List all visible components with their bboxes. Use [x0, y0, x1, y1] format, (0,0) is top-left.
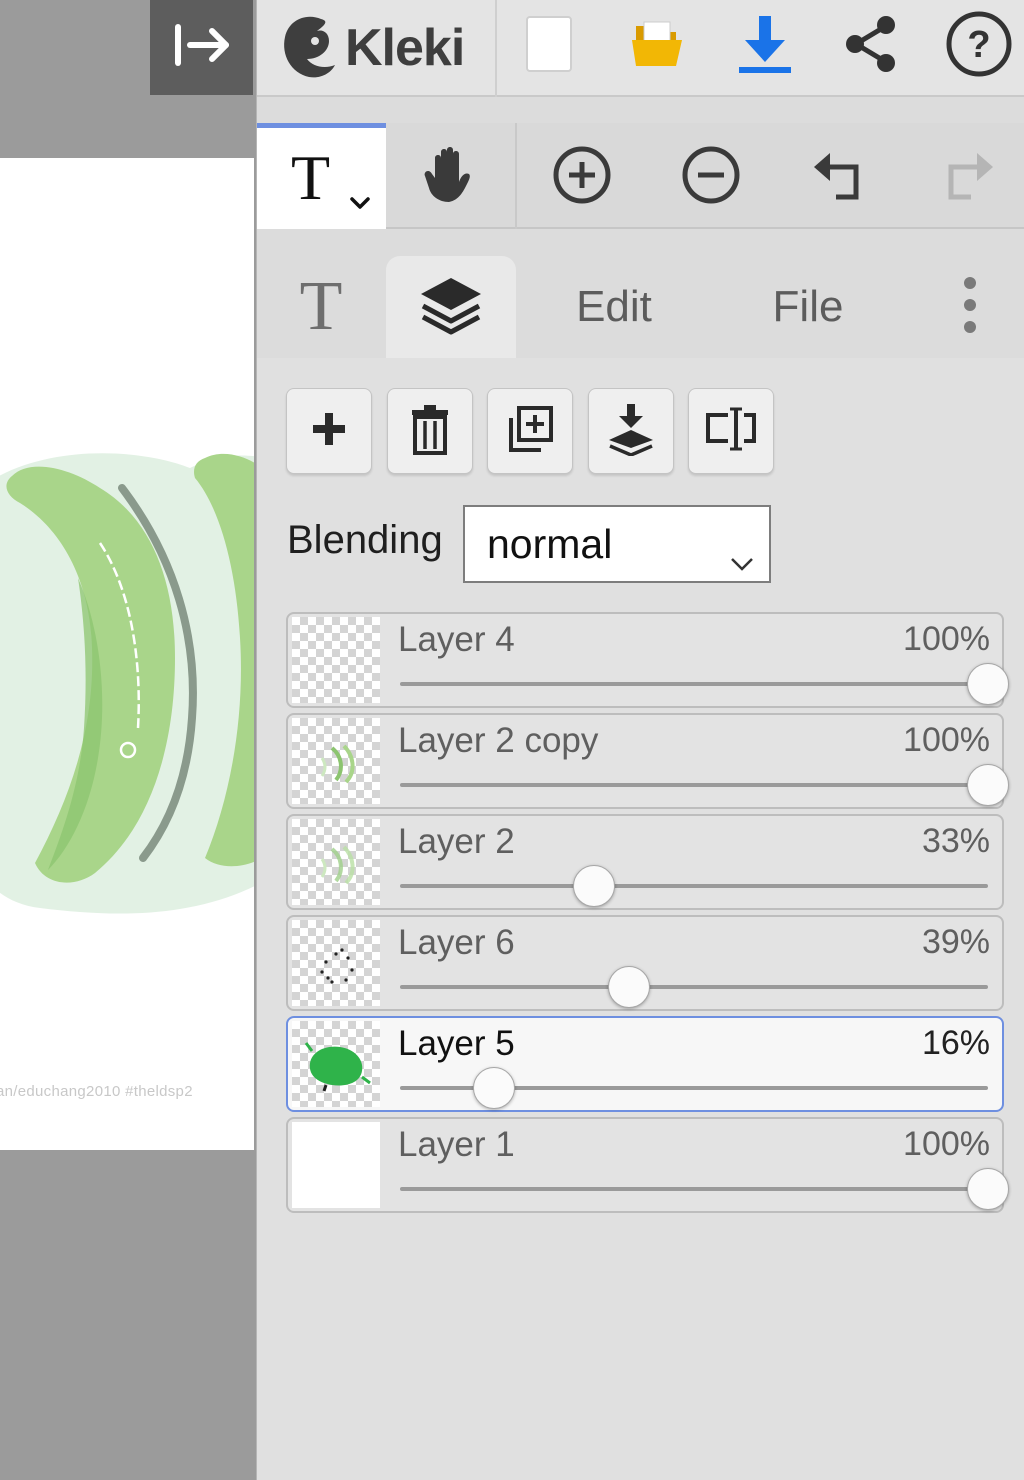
layer-row[interactable]: Layer 2 33% [286, 814, 1004, 910]
layer-thumbnail [292, 819, 380, 905]
download-icon [737, 14, 793, 79]
opacity-slider[interactable] [400, 865, 988, 907]
opacity-slider-handle[interactable] [473, 1067, 516, 1109]
collapse-panel-button[interactable] [150, 0, 253, 95]
blending-value: normal [487, 520, 613, 567]
opacity-slider-handle[interactable] [573, 865, 616, 907]
help-icon: ? [945, 10, 1013, 83]
share-icon [842, 14, 900, 79]
divider [515, 123, 517, 229]
zoom-out-icon [681, 145, 741, 210]
side-panel: Kleki ? T T Edit File Blending normal La… [256, 0, 1024, 1480]
blending-label: Blending [287, 518, 443, 562]
tab-file[interactable]: File [743, 256, 873, 358]
layers-icon [417, 274, 485, 341]
drawing-canvas[interactable]: an/educhang2010 #theldsp2 [0, 158, 254, 1150]
layer-name: Layer 2 copy [398, 721, 599, 760]
redo-button[interactable] [925, 135, 1009, 219]
zoom-out-button[interactable] [669, 135, 753, 219]
divider [495, 0, 497, 97]
layer-name: Layer 5 [398, 1024, 515, 1063]
layer-thumbnail [292, 920, 380, 1006]
app-name: Kleki [345, 19, 465, 77]
merge-down-icon [605, 402, 657, 461]
text-icon: T [299, 268, 343, 345]
duplicate-icon [505, 404, 555, 459]
watermark-text: an/educhang2010 #theldsp2 [0, 1083, 193, 1100]
layer-name: Layer 4 [398, 620, 515, 659]
opacity-slider-handle[interactable] [608, 966, 651, 1008]
new-image-icon [525, 15, 573, 78]
layer-thumbnail [292, 617, 380, 703]
chevron-down-icon [729, 535, 755, 582]
panel-tabs: T Edit File [257, 256, 1024, 358]
more-vertical-icon [962, 275, 978, 340]
layer-thumbnail [292, 1021, 380, 1107]
opacity-slider-handle[interactable] [967, 663, 1009, 705]
layer-opacity-value: 39% [921, 923, 990, 961]
layer-row[interactable]: Layer 6 39% [286, 915, 1004, 1011]
undo-icon [810, 145, 870, 210]
layer-row[interactable]: Layer 2 copy 100% [286, 713, 1009, 809]
open-folder-icon [628, 18, 686, 75]
tool-bar: T [257, 123, 1024, 229]
layer-name: Layer 2 [398, 822, 515, 861]
hand-tool-button[interactable] [407, 135, 491, 219]
text-tool-button[interactable]: T [257, 123, 386, 229]
artwork [0, 453, 254, 914]
layer-row[interactable]: Layer 1 100% [286, 1117, 1009, 1213]
opacity-slider[interactable] [400, 663, 1009, 705]
opacity-slider[interactable] [400, 764, 1009, 806]
merge-down-button[interactable] [588, 388, 674, 474]
app-logo[interactable]: Kleki [277, 4, 465, 92]
share-button[interactable] [831, 6, 911, 86]
svg-text:?: ? [967, 24, 990, 66]
layer-opacity-value: 100% [903, 1125, 990, 1163]
layer-opacity-value: 33% [921, 822, 990, 860]
trash-icon [410, 403, 450, 460]
zoom-in-icon [552, 145, 612, 210]
layer-name: Layer 1 [398, 1125, 515, 1164]
download-button[interactable] [725, 6, 805, 86]
text-tool-icon: T [291, 142, 331, 213]
layer-opacity-value: 16% [921, 1024, 990, 1062]
opacity-slider[interactable] [400, 1168, 1009, 1210]
redo-icon [937, 145, 997, 210]
layer-row[interactable]: Layer 5 16% [286, 1016, 1004, 1112]
more-menu-button[interactable] [945, 256, 995, 358]
rename-layer-button[interactable] [688, 388, 774, 474]
add-layer-button[interactable] [286, 388, 372, 474]
layer-opacity-value: 100% [903, 620, 990, 658]
zoom-in-button[interactable] [540, 135, 624, 219]
layer-row[interactable]: Layer 4 100% [286, 612, 1009, 708]
tab-edit[interactable]: Edit [549, 256, 679, 358]
layer-thumbnail [292, 1122, 380, 1208]
tool-options-chevron-icon[interactable] [349, 196, 371, 215]
new-image-button[interactable] [509, 6, 589, 86]
opacity-slider[interactable] [400, 966, 988, 1008]
help-button[interactable]: ? [939, 6, 1019, 86]
rename-icon [704, 405, 758, 458]
hand-icon [421, 144, 477, 211]
duplicate-layer-button[interactable] [487, 388, 573, 474]
layer-name: Layer 6 [398, 923, 515, 962]
delete-layer-button[interactable] [387, 388, 473, 474]
opacity-slider[interactable] [400, 1067, 988, 1109]
opacity-slider-handle[interactable] [967, 1168, 1009, 1210]
layer-opacity-value: 100% [903, 721, 990, 759]
layer-thumbnail [292, 718, 380, 804]
open-file-button[interactable] [617, 6, 697, 86]
undo-button[interactable] [798, 135, 882, 219]
blending-select[interactable]: normal [463, 505, 771, 583]
canvas-area[interactable]: an/educhang2010 #theldsp2 [0, 0, 256, 1480]
tab-brush[interactable]: T [257, 256, 385, 358]
plus-icon [310, 410, 348, 453]
opacity-slider-handle[interactable] [967, 764, 1009, 806]
kleki-mascot-icon [277, 11, 341, 86]
tab-layers[interactable] [386, 256, 516, 358]
collapse-arrow-icon [172, 23, 232, 72]
top-bar: Kleki ? [257, 0, 1024, 97]
layers-panel: Blending normal Layer 4 100% Layer 2 copy 1… [257, 358, 1024, 1480]
